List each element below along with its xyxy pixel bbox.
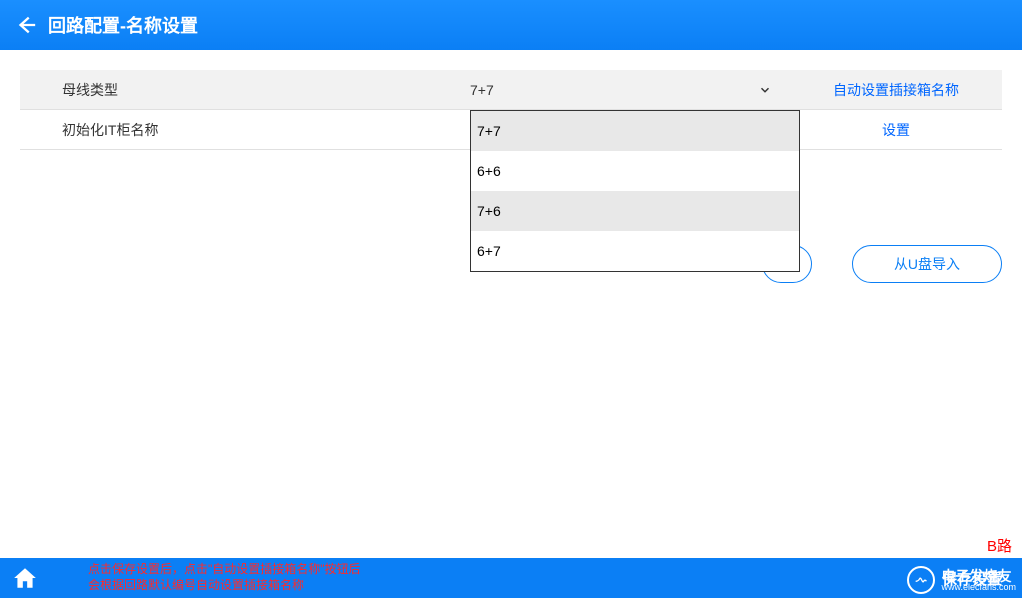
tip-line-1: 点击保存设置后，点击"自动设置插接箱名称"按钮后 [88,562,361,578]
page-title: 回路配置-名称设置 [48,12,198,38]
app-footer: 点击保存设置后，点击"自动设置插接箱名称"按钮后 会根据回路默认编号自动设置插接… [0,558,1022,598]
dropdown-option[interactable]: 7+6 [471,191,799,231]
init-it-cabinet-label: 初始化IT柜名称 [20,120,470,140]
bus-type-selected-value: 7+7 [470,82,494,98]
home-icon[interactable] [12,565,38,591]
tip-line-2: 会根据回路默认编号自动设置插接箱名称 [88,578,361,594]
chevron-down-icon [758,83,772,97]
footer-tip: 点击保存设置后，点击"自动设置插接箱名称"按钮后 会根据回路默认编号自动设置插接… [88,562,361,593]
route-badge: B路 [987,535,1012,556]
app-header: 回路配置-名称设置 [0,0,1022,50]
settings-button[interactable]: 设置 [790,120,1002,140]
watermark-text: 电子发烧友 www.elecfans.com [941,569,1016,592]
watermark-en: www.elecfans.com [941,583,1016,592]
auto-set-box-name-button[interactable]: 自动设置插接箱名称 [790,80,1002,100]
bus-type-label: 母线类型 [20,80,470,100]
content-area: 母线类型 7+7 自动设置插接箱名称 初始化IT柜名称 设置 7+7 6+6 7… [0,50,1022,170]
dropdown-option[interactable]: 7+7 [471,111,799,151]
dropdown-option[interactable]: 6+6 [471,151,799,191]
bus-type-select[interactable]: 7+7 [470,82,790,98]
table-header-row: 母线类型 7+7 自动设置插接箱名称 [20,70,1002,110]
watermark: 电子发烧友 www.elecfans.com [907,566,1016,594]
watermark-logo-icon [907,566,935,594]
dropdown-option[interactable]: 6+7 [471,231,799,271]
import-usb-button[interactable]: 从U盘导入 [852,245,1002,283]
back-arrow-icon[interactable] [12,11,40,39]
watermark-cn: 电子发烧友 [941,569,1016,583]
bus-type-dropdown: 7+7 6+6 7+6 6+7 [470,110,800,272]
